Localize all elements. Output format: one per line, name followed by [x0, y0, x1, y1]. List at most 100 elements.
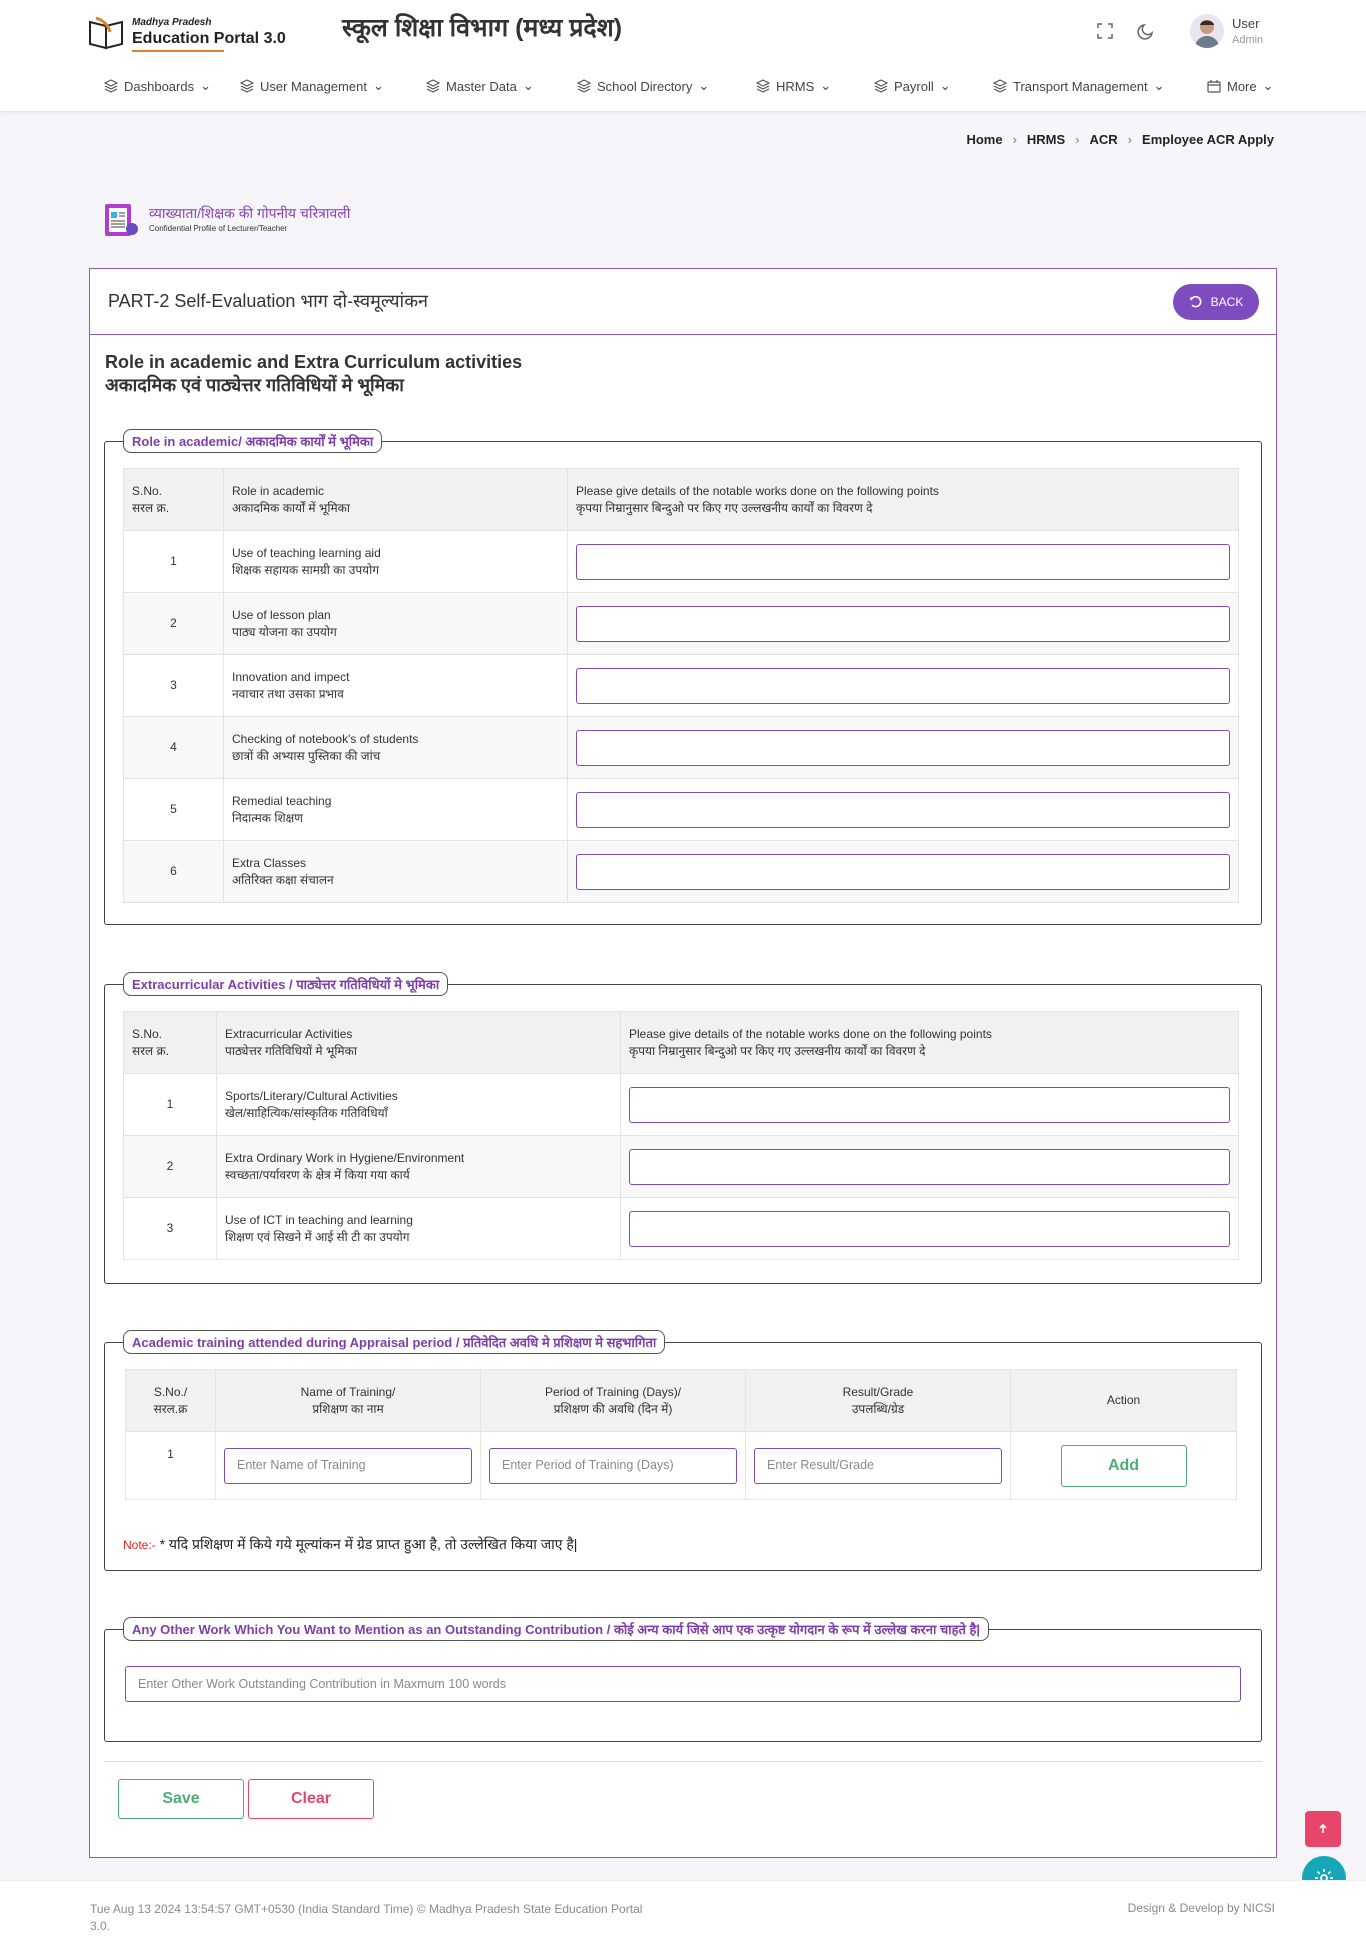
training-period-input[interactable]: Enter Period of Training (Days)	[489, 1447, 737, 1484]
layers-icon	[993, 79, 1007, 93]
page-title: PART-2 Self-Evaluation भाग दो-स्वमूल्यां…	[108, 291, 429, 311]
portal-logo[interactable]: Madhya Pradesh Education Portal 3.0	[88, 14, 288, 54]
row-sno: 6	[123, 840, 224, 903]
training-result-input[interactable]: Enter Result/Grade	[754, 1447, 1002, 1484]
dark-mode-moon-icon[interactable]	[1135, 20, 1157, 42]
details-textarea[interactable]	[576, 667, 1230, 704]
layers-icon	[577, 79, 591, 93]
card-header: PART-2 Self-Evaluation भाग दो-स्वमूल्यां…	[90, 269, 1276, 335]
training-name-input[interactable]: Enter Name of Training	[224, 1447, 472, 1484]
nav-user-management[interactable]: User Management ⌄	[240, 78, 384, 94]
row-input-cell	[567, 716, 1239, 779]
extracurricular-legend: Extracurricular Activities / पाठ्येत्तर …	[123, 972, 449, 996]
details-textarea[interactable]	[629, 1210, 1230, 1247]
details-textarea[interactable]	[576, 729, 1230, 766]
logo-small-text: Madhya Pradesh	[132, 17, 212, 28]
layers-icon	[426, 79, 440, 93]
clear-button[interactable]: Clear	[248, 1779, 374, 1819]
top-header: Madhya Pradesh Education Portal 3.0 स्कू…	[0, 0, 1366, 112]
section-title-hi: अकादमिक एवं पाठ्येत्तर गतिविधियों मे भूम…	[105, 375, 404, 395]
row-sno: 1	[123, 1073, 217, 1136]
row-sno: 5	[123, 778, 224, 841]
fullscreen-icon[interactable]	[1094, 20, 1116, 42]
book-logo-icon	[89, 16, 123, 50]
table-row: 1 Sports/Literary/Cultural Activities खेल…	[123, 1073, 1239, 1136]
row-label: Extra Classes अतिरिक्त कक्षा संचालन	[223, 840, 568, 903]
avatar[interactable]	[1190, 14, 1224, 48]
row-input-cell	[567, 654, 1239, 717]
user-name[interactable]: User	[1232, 16, 1259, 31]
nav-more[interactable]: More ⌄	[1207, 78, 1274, 94]
layers-icon	[240, 79, 254, 93]
scroll-top-button[interactable]	[1305, 1811, 1341, 1847]
details-textarea[interactable]	[576, 605, 1230, 642]
nav-school-directory[interactable]: School Directory ⌄	[577, 78, 709, 94]
chevron-down-icon: ⌄	[522, 78, 534, 93]
user-avatar-icon	[1194, 20, 1220, 48]
training-table: S.No./सरल.क्र Name of Training/प्रशिक्षण…	[125, 1369, 1237, 1500]
col-sno: S.No./सरल.क्र	[125, 1369, 216, 1432]
breadcrumb-acr[interactable]: ACR	[1090, 132, 1118, 147]
details-textarea[interactable]	[629, 1148, 1230, 1185]
nav-label: Transport Management	[1013, 78, 1148, 94]
col-sno: S.No. सरल क्र.	[123, 1011, 217, 1074]
details-textarea[interactable]	[629, 1086, 1230, 1123]
breadcrumb-home[interactable]: Home	[966, 132, 1002, 147]
row-sno: 4	[123, 716, 224, 779]
logo-title: Education Portal 3.0	[132, 30, 286, 47]
add-training-button[interactable]: Add	[1060, 1444, 1187, 1487]
details-textarea[interactable]	[576, 543, 1230, 580]
main-nav: Dashboards ⌄ User Management ⌄ Master Da…	[0, 72, 1366, 104]
nav-transport-management[interactable]: Transport Management ⌄	[993, 78, 1165, 94]
academic-role-table: S.No. सरल क्र. Role in academic अकादमिक का…	[123, 468, 1239, 903]
layers-icon	[874, 79, 888, 93]
chevron-down-icon: ⌄	[200, 78, 212, 93]
details-textarea[interactable]	[576, 791, 1230, 828]
nav-hrms[interactable]: HRMS ⌄	[756, 78, 831, 94]
row-label: Use of lesson plan पाठ्य योजना का उपयोग	[223, 592, 568, 655]
breadcrumb-hrms[interactable]: HRMS	[1027, 132, 1065, 147]
row-label: Extra Ordinary Work in Hygiene/Environme…	[216, 1135, 621, 1198]
table-row: 4 Checking of notebook's of students छात्…	[123, 716, 1239, 779]
table-row: 2 Extra Ordinary Work in Hygiene/Environ…	[123, 1135, 1239, 1198]
nav-label: HRMS	[776, 78, 815, 94]
col-result-grade: Result/Grade उपलब्धि/ग्रेड	[745, 1369, 1011, 1432]
save-button[interactable]: Save	[118, 1779, 244, 1819]
nav-label: Dashboards	[124, 78, 195, 94]
row-sno: 3	[123, 1197, 217, 1260]
row-label: Innovation and impect नवाचार तथा उसका प्र…	[223, 654, 568, 717]
nav-label: User Management	[260, 78, 367, 94]
details-textarea[interactable]	[576, 853, 1230, 890]
divider	[104, 1761, 1262, 1762]
contribution-fieldset: Any Other Work Which You Want to Mention…	[104, 1617, 1262, 1742]
row-sno: 2	[123, 1135, 217, 1198]
table-header-row: S.No. सरल क्र. Role in academic अकादमिक का…	[123, 468, 1239, 531]
table-row: 3 Use of ICT in teaching and learning शिक…	[123, 1197, 1239, 1260]
layers-icon	[104, 79, 118, 93]
contribution-textarea[interactable]: Enter Other Work Outstanding Contributio…	[125, 1666, 1241, 1702]
nav-dashboards[interactable]: Dashboards ⌄	[104, 78, 211, 94]
row-label: Checking of notebook's of students छात्रो…	[223, 716, 568, 779]
nav-label: School Directory	[597, 78, 693, 94]
col-training-name: Name of Training/प्रशिक्षण का नाम	[215, 1369, 481, 1432]
table-row: 6 Extra Classes अतिरिक्त कक्षा संचालन	[123, 840, 1239, 903]
table-header-row: S.No./सरल.क्र Name of Training/प्रशिक्षण…	[125, 1369, 1237, 1432]
row-input-cell	[620, 1073, 1239, 1136]
acr-logo: व्याख्याता/शिक्षक की गोपनीय चरित्रावली C…	[103, 200, 383, 240]
row-input-cell	[567, 530, 1239, 593]
nav-master-data[interactable]: Master Data ⌄	[426, 78, 534, 94]
back-button[interactable]: BACK	[1173, 284, 1259, 320]
acr-title: व्याख्याता/शिक्षक की गोपनीय चरित्रावली	[149, 205, 351, 221]
nav-label: More	[1227, 78, 1257, 94]
extracurricular-fieldset: Extracurricular Activities / पाठ्येत्तर …	[104, 972, 1262, 1284]
col-sno: S.No. सरल क्र.	[123, 468, 224, 531]
row-input-cell	[620, 1197, 1239, 1260]
training-note: Note:- * यदि प्रशिक्षण में किये गये मूल्…	[123, 1535, 577, 1554]
nav-payroll[interactable]: Payroll ⌄	[874, 78, 951, 94]
academic-role-legend: Role in academic/ अकादमिक कार्यों में भू…	[123, 429, 383, 453]
training-period-cell: Enter Period of Training (Days)	[480, 1431, 746, 1500]
calendar-icon	[1207, 80, 1221, 93]
footer-credit: Design & Develop by NICSI	[1127, 1901, 1275, 1915]
col-details: Please give details of the notable works…	[620, 1011, 1239, 1074]
table-row: 1 Use of teaching learning aid शिक्षक सहा…	[123, 530, 1239, 593]
